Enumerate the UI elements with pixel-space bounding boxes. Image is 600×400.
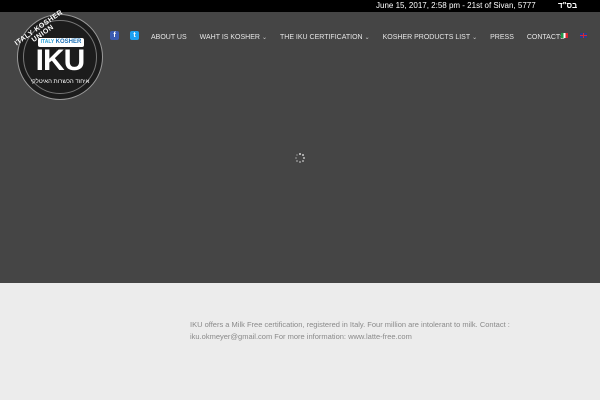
chevron-down-icon: ⌄ [364, 34, 370, 41]
nav-item-label: KOSHER PRODUCTS LIST [382, 33, 471, 41]
iku-logo[interactable]: ITALY KOSHER UNION ITALY KOSHER LIST IKU… [14, 9, 103, 100]
nav-item-iku-certification[interactable]: THE IKU CERTIFICATION ⌄ [280, 34, 370, 41]
nav-item-label: THE IKU CERTIFICATION [279, 33, 363, 41]
loading-spinner-icon [295, 153, 305, 163]
footer-line-2[interactable]: iku.okmeyer@gmail.com For more informati… [190, 331, 530, 343]
nav-item-about-us[interactable]: ABOUT US [151, 34, 187, 41]
nav-item-label: PRESS [490, 33, 514, 41]
top-bar: June 15, 2017, 2:58 pm - 21st of Sivan, … [0, 0, 600, 12]
logo-wordmark: IKU [35, 44, 86, 77]
nav-item-press[interactable]: PRESS [490, 34, 514, 41]
logo-hebrew-text: איחוד הכשרות האיטלקי [30, 79, 90, 85]
main-nav: ABOUT US WAHT IS KOSHER ⌄ THE IKU CERTIFI… [151, 31, 578, 43]
footer-info: IKU offers a Milk Free certification, re… [190, 319, 530, 343]
bsd-label: בס"ד [558, 1, 578, 10]
italian-flag-icon[interactable] [561, 33, 568, 38]
footer-line-1: IKU offers a Milk Free certification, re… [190, 320, 510, 329]
chevron-down-icon: ⌄ [472, 34, 478, 41]
date-display: June 15, 2017, 2:58 pm - 21st of Sivan, … [376, 1, 536, 10]
nav-item-label: ABOUT US [151, 33, 187, 41]
twitter-icon[interactable]: t [130, 31, 139, 40]
english-flag-icon[interactable] [580, 33, 587, 38]
nav-item-contacts[interactable]: CONTACTS [527, 34, 565, 41]
nav-item-label: WAHT IS KOSHER [199, 33, 260, 41]
nav-item-what-is-kosher[interactable]: WAHT IS KOSHER ⌄ [200, 34, 267, 41]
chevron-down-icon: ⌄ [261, 34, 267, 41]
facebook-icon[interactable]: f [110, 31, 119, 40]
nav-item-kosher-products-list[interactable]: KOSHER PRODUCTS LIST ⌄ [383, 34, 478, 41]
hero-section: ITALY KOSHER UNION ITALY KOSHER LIST IKU… [0, 9, 600, 283]
nav-item-label: CONTACTS [526, 33, 565, 41]
